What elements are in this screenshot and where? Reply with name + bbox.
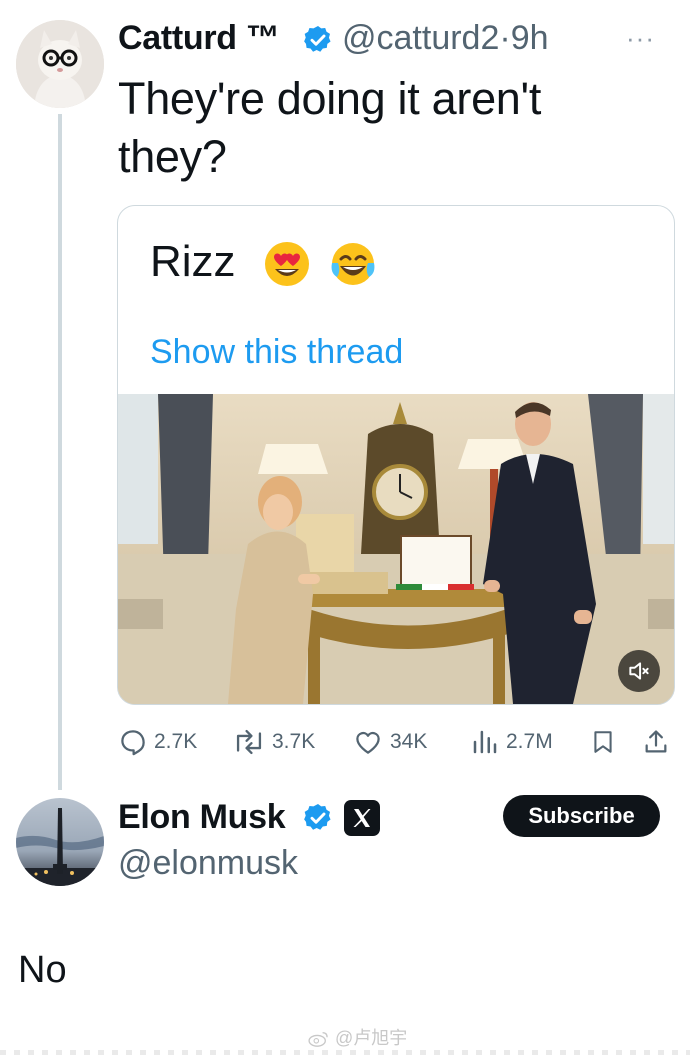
cropped-text-remnant [0,1050,690,1055]
weibo-logo-icon [308,1032,328,1048]
tweet-text: They're doing it aren't they? [118,73,542,182]
bookmark-icon [594,731,612,753]
tears-of-joy-emoji-icon [331,243,375,286]
heart-icon [356,731,380,754]
separator-dot: · [499,19,511,57]
catturd-avatar[interactable] [16,20,104,108]
x-logo-icon [353,809,371,827]
repost-count: 3.7K [272,730,316,753]
watermark-text: @卢旭宇 [335,1028,408,1048]
tweet-time[interactable]: 9h [511,19,549,57]
reply-icon [121,730,145,756]
reply-count: 2.7K [154,730,198,753]
share-button[interactable] [642,724,676,760]
reply-author-handle[interactable]: @elonmusk [118,840,298,886]
like-count: 34K [390,730,428,753]
repost-icon [236,729,262,755]
quoted-tweet-text-row: Rizz [150,236,378,289]
watermark: @卢旭宇 [308,1026,407,1050]
heart-eyes-emoji-icon [264,242,309,287]
mute-toggle-button[interactable] [618,650,660,692]
more-options-button[interactable]: ··· [626,14,655,62]
reply-button[interactable]: 2.7K [118,724,197,760]
bookmark-button[interactable] [590,724,622,760]
thread-connector-line [58,114,62,790]
verified-badge-icon [304,804,331,830]
share-icon [645,730,667,753]
quoted-tweet-photo[interactable] [118,394,674,704]
reply-author-name[interactable]: Elon Musk [118,794,286,840]
x-affiliation-badge [344,800,380,836]
reply-text: No [18,949,67,991]
views-count: 2.7M [506,730,553,753]
like-button[interactable]: 34K [352,724,427,760]
author-handle[interactable]: @catturd2 [342,19,499,57]
show-thread-link[interactable]: Show this thread [150,330,403,374]
subscribe-button[interactable]: Subscribe [503,795,660,837]
verified-badge-icon [304,26,331,52]
elonmusk-avatar[interactable] [16,798,104,886]
author-name[interactable]: Catturd ™ [118,14,280,62]
author-handle-and-time[interactable]: @catturd2·9h [342,14,549,62]
quoted-tweet-text: Rizz [150,237,236,286]
quoted-tweet-card[interactable]: Rizz Show this thread [117,205,675,705]
views-bar-chart-icon [473,730,497,754]
repost-button[interactable]: 3.7K [232,724,315,760]
views-button[interactable]: 2.7M [470,724,553,760]
volume-muted-icon [629,662,649,680]
